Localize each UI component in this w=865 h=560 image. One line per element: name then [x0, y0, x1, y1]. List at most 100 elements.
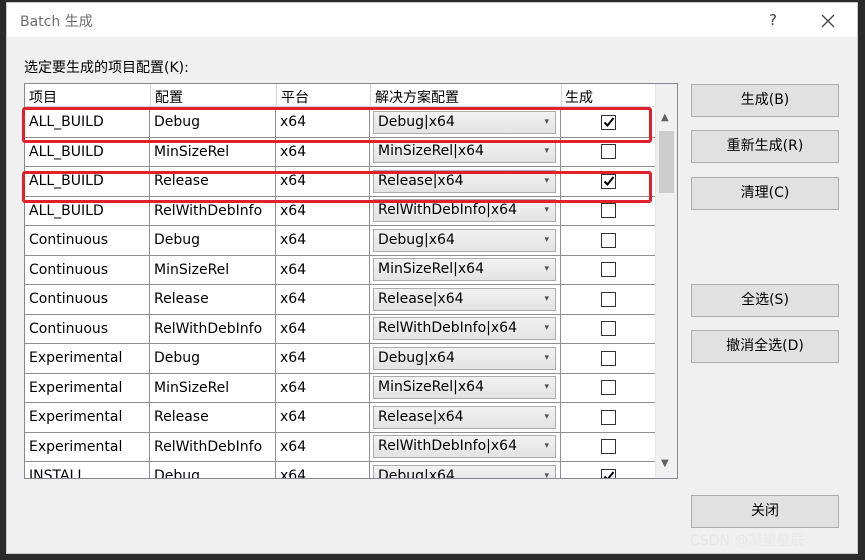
watermark: CSDN @凝望星辰 [690, 533, 805, 549]
chevron-down-icon: ▾ [544, 352, 549, 363]
chevron-down-icon: ▾ [544, 441, 549, 452]
cell-config: RelWithDebInfo [150, 432, 276, 461]
build-checkbox[interactable] [600, 321, 616, 337]
cell-project: ALL_BUILD [25, 196, 150, 225]
solution-config-dropdown[interactable]: Release|x64 ▾ [373, 405, 556, 429]
cell-project: Experimental [25, 432, 150, 461]
cell-solution-config: Debug|x64 ▾ [370, 344, 561, 373]
solution-config-dropdown[interactable]: RelWithDebInfo|x64 ▾ [373, 435, 556, 459]
build-checkbox[interactable] [600, 291, 616, 307]
solution-config-dropdown[interactable]: Debug|x64 ▾ [373, 346, 556, 370]
cell-build [561, 344, 655, 373]
scroll-up-icon[interactable]: ▲ [661, 112, 669, 123]
build-checkbox[interactable] [600, 262, 616, 278]
cell-build [561, 226, 655, 255]
cell-solution-config: MinSizeRel|x64 ▾ [370, 373, 561, 402]
dropdown-value: Release|x64 [378, 172, 464, 189]
cell-build [561, 433, 655, 462]
column-header-config[interactable]: 配置 [155, 87, 183, 107]
grid-rows: ALL_BUILD Debug x64 Debug|x64 ▾ ALL_BUILD MinS… [25, 108, 655, 478]
build-checkbox[interactable] [600, 114, 616, 130]
table-row[interactable]: INSTALL Debug x64 Debug|x64 ▾ [25, 462, 655, 478]
solution-config-dropdown[interactable]: Debug|x64 ▾ [373, 228, 556, 252]
build-checkbox[interactable] [600, 173, 616, 189]
table-row[interactable]: Continuous Release x64 Release|x64 ▾ [25, 285, 655, 315]
build-checkbox[interactable] [600, 350, 616, 366]
chevron-down-icon: ▾ [544, 116, 549, 127]
table-row[interactable]: ALL_BUILD Debug x64 Debug|x64 ▾ [25, 108, 655, 138]
close-icon[interactable] [815, 8, 841, 34]
chevron-down-icon: ▾ [544, 382, 549, 393]
title-bar: Batch 生成 ? [7, 3, 857, 37]
solution-config-dropdown[interactable]: MinSizeRel|x64 ▾ [373, 376, 556, 400]
cell-config: Release [150, 403, 276, 432]
column-header-project[interactable]: 项目 [29, 87, 57, 107]
cell-project: Continuous [25, 255, 150, 284]
cell-platform: x64 [276, 167, 370, 196]
solution-config-dropdown[interactable]: MinSizeRel|x64 ▾ [373, 140, 556, 164]
vertical-scrollbar[interactable]: ▲ ▼ [655, 84, 677, 478]
chevron-down-icon: ▾ [544, 411, 549, 422]
dropdown-value: MinSizeRel|x64 [378, 379, 484, 396]
rebuild-button[interactable]: 重新生成(R) [691, 130, 839, 163]
grid-header: 项目 配置 平台 解决方案配置 生成 [25, 84, 655, 107]
clean-button[interactable]: 清理(C) [691, 177, 839, 210]
chevron-down-icon: ▾ [544, 293, 549, 304]
cell-config: Debug [150, 108, 276, 137]
cell-project: Continuous [25, 226, 150, 255]
close-button[interactable]: 关闭 [691, 495, 839, 528]
chevron-down-icon: ▾ [544, 205, 549, 216]
table-row[interactable]: Experimental MinSizeRel x64 MinSizeRel|x64 ▾ [25, 373, 655, 403]
select-all-button[interactable]: 全选(S) [691, 284, 839, 317]
cell-config: RelWithDebInfo [150, 314, 276, 343]
column-header-build[interactable]: 生成 [565, 87, 593, 107]
cell-platform: x64 [276, 373, 370, 402]
help-button[interactable]: ? [761, 8, 785, 32]
solution-config-dropdown[interactable]: MinSizeRel|x64 ▾ [373, 258, 556, 282]
table-row[interactable]: Experimental Release x64 Release|x64 ▾ [25, 403, 655, 433]
solution-config-dropdown[interactable]: Release|x64 ▾ [373, 169, 556, 193]
solution-config-dropdown[interactable]: RelWithDebInfo|x64 ▾ [373, 199, 556, 223]
cell-platform: x64 [276, 137, 370, 166]
cell-build [561, 167, 655, 196]
build-checkbox[interactable] [600, 144, 616, 160]
build-button[interactable]: 生成(B) [691, 84, 839, 117]
checkmark-icon [603, 117, 614, 127]
cell-solution-config: Debug|x64 ▾ [370, 108, 561, 137]
chevron-down-icon: ▾ [544, 264, 549, 275]
column-header-solution-config[interactable]: 解决方案配置 [375, 87, 459, 107]
solution-config-dropdown[interactable]: Debug|x64 ▾ [373, 110, 556, 134]
solution-config-dropdown[interactable]: Release|x64 ▾ [373, 287, 556, 311]
table-row[interactable]: Experimental Debug x64 Debug|x64 ▾ [25, 344, 655, 374]
build-checkbox[interactable] [600, 409, 616, 425]
cell-platform: x64 [276, 432, 370, 461]
table-row[interactable]: Experimental RelWithDebInfo x64 RelWithDebI… [25, 432, 655, 462]
build-checkbox[interactable] [600, 203, 616, 219]
deselect-all-button[interactable]: 撤消全选(D) [691, 330, 839, 363]
checkmark-icon [603, 471, 614, 478]
cell-solution-config: RelWithDebInfo|x64 ▾ [370, 196, 561, 225]
project-list-label: 选定要生成的项目配置(K): [24, 60, 189, 76]
build-checkbox[interactable] [600, 232, 616, 248]
scrollbar-thumb[interactable] [659, 131, 674, 193]
cell-build [561, 462, 655, 478]
scroll-down-icon[interactable]: ▼ [661, 458, 669, 469]
table-row[interactable]: Continuous MinSizeRel x64 MinSizeRel|x64 ▾ [25, 255, 655, 285]
table-row[interactable]: Continuous RelWithDebInfo x64 RelWithDebInf… [25, 314, 655, 344]
build-checkbox[interactable] [600, 380, 616, 396]
cell-platform: x64 [276, 108, 370, 137]
cell-solution-config: Release|x64 ▾ [370, 403, 561, 432]
build-checkbox[interactable] [600, 468, 616, 478]
solution-config-dropdown[interactable]: Debug|x64 ▾ [373, 464, 556, 478]
cell-config: MinSizeRel [150, 137, 276, 166]
column-header-platform[interactable]: 平台 [281, 87, 309, 107]
table-row[interactable]: ALL_BUILD RelWithDebInfo x64 RelWithDebInfo… [25, 196, 655, 226]
cell-platform: x64 [276, 285, 370, 314]
table-row[interactable]: ALL_BUILD Release x64 Release|x64 ▾ [25, 167, 655, 197]
table-row[interactable]: ALL_BUILD MinSizeRel x64 MinSizeRel|x64 ▾ [25, 137, 655, 167]
cell-project: ALL_BUILD [25, 167, 150, 196]
build-checkbox[interactable] [600, 439, 616, 455]
cell-solution-config: MinSizeRel|x64 ▾ [370, 137, 561, 166]
table-row[interactable]: Continuous Debug x64 Debug|x64 ▾ [25, 226, 655, 256]
solution-config-dropdown[interactable]: RelWithDebInfo|x64 ▾ [373, 317, 556, 341]
